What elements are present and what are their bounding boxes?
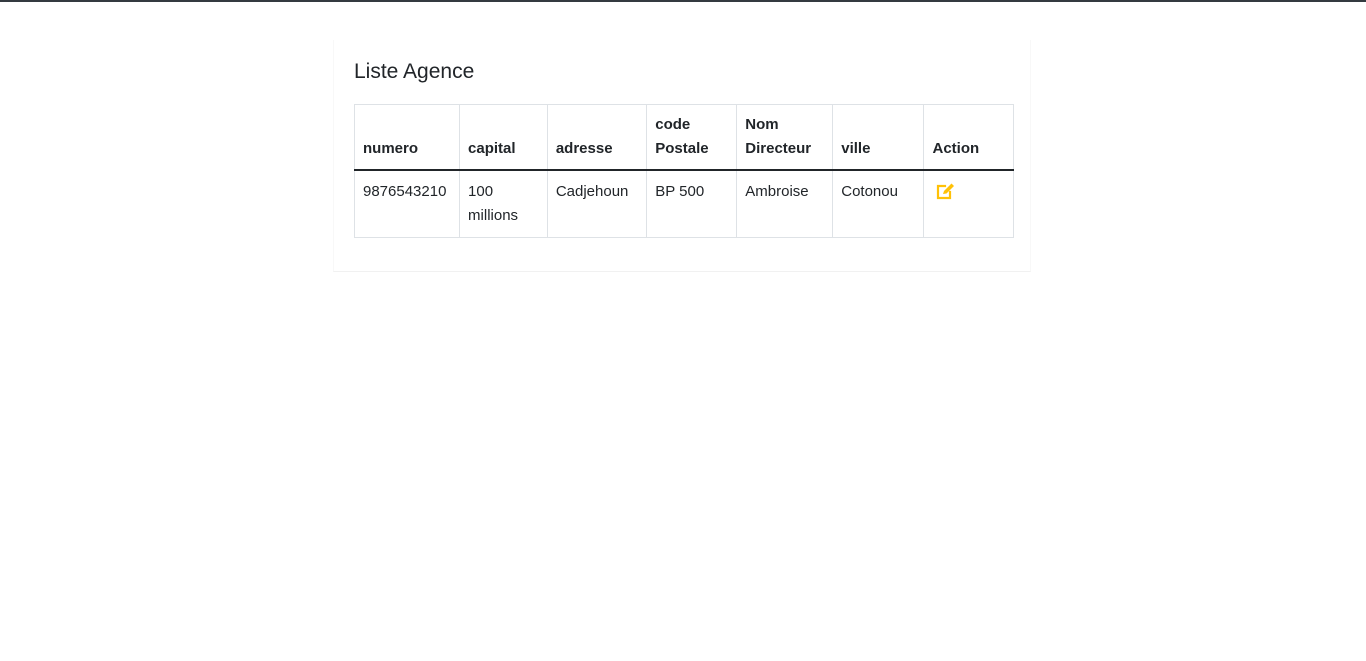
top-border <box>0 0 1366 2</box>
agency-list-card: Liste Agence numero capital adresse code… <box>333 40 1031 272</box>
header-adresse: adresse <box>546 104 648 171</box>
cell-code-postale: BP 500 <box>646 169 738 238</box>
page-title: Liste Agence <box>354 60 475 83</box>
table-header-row: numero capital adresse code Postale Nom … <box>353 104 1014 171</box>
header-action: Action <box>923 104 1014 171</box>
header-numero: numero <box>353 104 461 171</box>
edit-button[interactable] <box>936 182 956 202</box>
header-nom-directeur: Nom Directeur <box>736 104 834 171</box>
cell-ville: Cotonou <box>832 169 925 238</box>
cell-numero: 9876543210 <box>353 169 461 238</box>
edit-icon <box>937 183 955 200</box>
table-row: 9876543210 100 millions Cadjehoun BP 500… <box>353 169 1014 238</box>
cell-capital: 100 millions <box>459 169 548 238</box>
cell-action <box>923 169 1014 238</box>
header-ville: ville <box>832 104 925 171</box>
header-capital: capital <box>459 104 548 171</box>
cell-nom-directeur: Ambroise <box>736 169 834 238</box>
cell-adresse: Cadjehoun <box>546 169 648 238</box>
agency-table: numero capital adresse code Postale Nom … <box>353 104 1014 238</box>
header-code-postale: code Postale <box>646 104 738 171</box>
